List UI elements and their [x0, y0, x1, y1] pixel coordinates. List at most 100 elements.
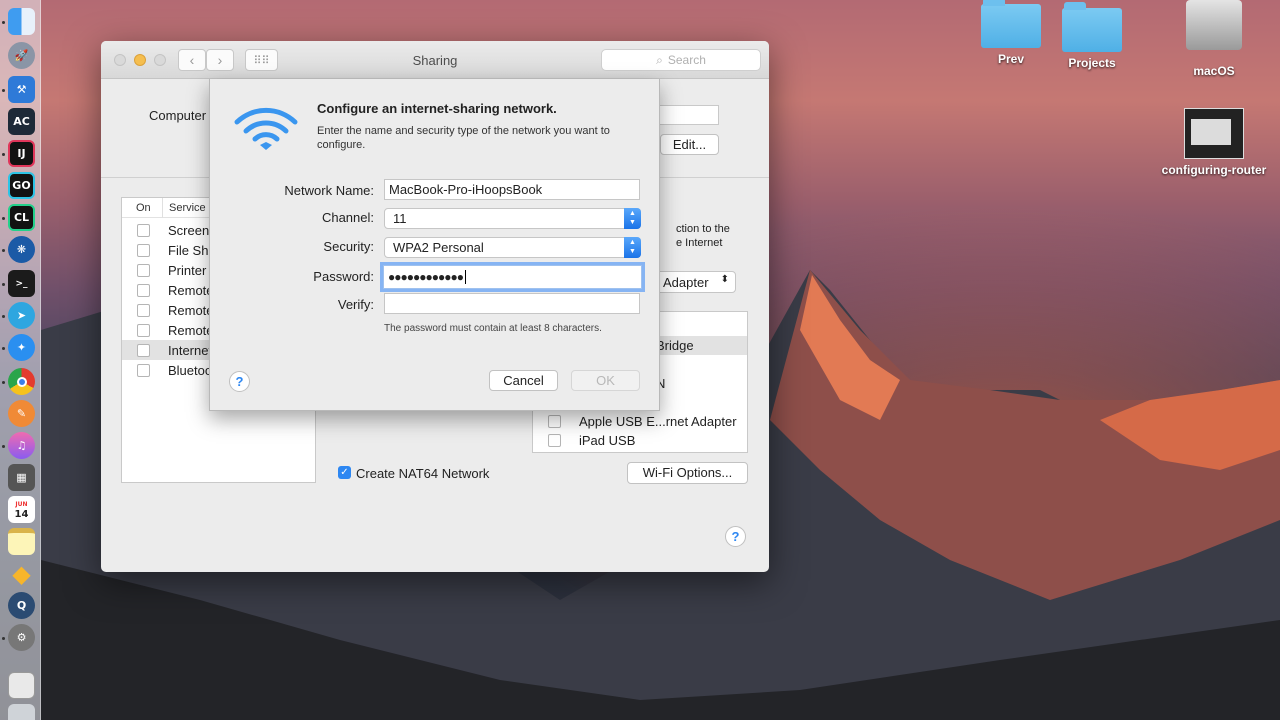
running-indicator: [2, 445, 5, 448]
desktop-icon-label: macOS: [1193, 64, 1235, 78]
service-label: Printer: [168, 263, 207, 278]
security-select[interactable]: WPA2 Personal ▲ ▼: [384, 237, 641, 258]
computer-name-label: Computer: [149, 108, 207, 123]
help-button[interactable]: ?: [229, 371, 250, 392]
screenshot-thumbnail-icon: [1184, 108, 1244, 159]
system-preferences-icon[interactable]: ⚙: [8, 624, 35, 651]
network-name-field[interactable]: MacBook-Pro-iHoopsBook: [384, 179, 640, 200]
checkmark-icon: ✓: [340, 467, 349, 478]
running-indicator: [2, 381, 5, 384]
notes-icon[interactable]: [8, 528, 35, 555]
desktop-file-configuring-router[interactable]: configuring-router: [1162, 108, 1266, 177]
chrome-icon[interactable]: [8, 368, 35, 395]
wifi-icon: [234, 107, 298, 150]
service-label: Bluetoo: [168, 363, 213, 378]
search-icon: ⌕: [656, 52, 663, 67]
password-hint: The password must contain at least 8 cha…: [384, 323, 602, 334]
intellij-icon[interactable]: IJ: [8, 140, 35, 167]
share-from-select[interactable]: Adapter ⬍: [654, 271, 736, 293]
port-label: Bridge: [656, 338, 694, 353]
running-indicator: [2, 249, 5, 252]
service-checkbox[interactable]: [137, 224, 150, 237]
port-label: Apple USB E...rnet Adapter: [579, 414, 737, 429]
service-checkbox[interactable]: [137, 284, 150, 297]
hard-drive-icon: [1186, 0, 1242, 50]
sheet-title: Configure an internet-sharing network.: [317, 101, 557, 116]
itunes-icon[interactable]: ♫: [8, 432, 35, 459]
service-checkbox[interactable]: [137, 244, 150, 257]
downloads-stack-icon[interactable]: [8, 672, 35, 699]
sharing-description: ction to the e Internet: [676, 222, 730, 250]
appcode-icon[interactable]: AC: [8, 108, 35, 135]
running-indicator: [2, 637, 5, 640]
running-indicator: [2, 21, 5, 24]
calendar-icon[interactable]: JUN 14: [8, 496, 35, 523]
safari-icon[interactable]: ✦: [8, 334, 35, 361]
stepper-arrows-icon: ⬍: [720, 274, 729, 285]
ok-button[interactable]: OK: [571, 370, 640, 391]
dock: 🚀 ⚒ AC IJ GO CL ❋ >_ ➤ ✦ ✎ ♫ ▦ JUN 14 ◆ …: [0, 0, 41, 720]
password-field[interactable]: ●●●●●●●●●●●●: [383, 265, 642, 289]
folder-icon: [1062, 2, 1122, 52]
terminal-icon[interactable]: >_: [8, 270, 35, 297]
running-indicator: [2, 283, 5, 286]
configure-network-sheet: Configure an internet-sharing network. E…: [209, 79, 660, 411]
trash-icon[interactable]: [8, 704, 35, 720]
nat64-checkbox[interactable]: ✓: [338, 466, 351, 479]
password-dots: ●●●●●●●●●●●●: [388, 270, 464, 284]
telegram-icon[interactable]: ➤: [8, 302, 35, 329]
running-indicator: [2, 153, 5, 156]
service-checkbox[interactable]: [137, 364, 150, 377]
service-checkbox[interactable]: [137, 344, 150, 357]
quicktime-icon[interactable]: Q: [8, 592, 35, 619]
wifi-options-button[interactable]: Wi-Fi Options...: [627, 462, 748, 484]
list-item[interactable]: iPad USB: [533, 431, 747, 450]
service-checkbox[interactable]: [137, 324, 150, 337]
network-name-label: Network Name:: [284, 183, 374, 198]
desktop-folder-projects[interactable]: Projects: [1047, 2, 1137, 70]
port-checkbox[interactable]: [548, 415, 561, 428]
column-header-on[interactable]: On: [136, 202, 151, 214]
select-arrows-icon: ▲ ▼: [624, 237, 641, 258]
desktop-icon-label: configuring-router: [1161, 163, 1267, 177]
running-indicator: [2, 89, 5, 92]
verify-label: Verify:: [337, 297, 374, 312]
search-placeholder: Search: [667, 53, 706, 67]
verify-field[interactable]: [384, 293, 640, 314]
search-field[interactable]: ⌕ Search: [601, 49, 761, 71]
desktop-disk-macos[interactable]: macOS: [1169, 0, 1259, 78]
service-label: Remote: [168, 303, 214, 318]
goland-icon[interactable]: GO: [8, 172, 35, 199]
security-value: WPA2 Personal: [393, 240, 484, 255]
service-label: Remote: [168, 323, 214, 338]
running-indicator: [2, 315, 5, 318]
computer-name-field[interactable]: [657, 105, 719, 125]
description-line: ction to the: [676, 223, 730, 235]
column-header-service[interactable]: Service: [169, 202, 206, 214]
instruments-icon[interactable]: ✎: [8, 400, 35, 427]
desktop-icon-label: Prev: [997, 52, 1025, 66]
launchpad-icon[interactable]: 🚀: [8, 42, 35, 69]
help-button[interactable]: ?: [725, 526, 746, 547]
select-arrows-icon: ▲ ▼: [624, 208, 641, 229]
desktop-folder-prev[interactable]: Prev: [966, 0, 1056, 66]
calculator-icon[interactable]: ▦: [8, 464, 35, 491]
port-label: iPad USB: [579, 433, 636, 448]
xcode-icon[interactable]: ⚒: [8, 76, 35, 103]
folder-icon: [981, 0, 1041, 48]
edit-button[interactable]: Edit...: [660, 134, 719, 155]
clion-icon[interactable]: CL: [8, 204, 35, 231]
nat64-label: Create NAT64 Network: [356, 466, 490, 481]
sketch-icon[interactable]: ◆: [8, 560, 35, 588]
running-indicator: [2, 347, 5, 350]
finder-icon[interactable]: [8, 8, 35, 35]
channel-select[interactable]: 11 ▲ ▼: [384, 208, 641, 229]
service-checkbox[interactable]: [137, 264, 150, 277]
service-checkbox[interactable]: [137, 304, 150, 317]
port-checkbox[interactable]: [548, 434, 561, 447]
cancel-button[interactable]: Cancel: [489, 370, 558, 391]
sourcetree-icon[interactable]: ❋: [8, 236, 35, 263]
password-label: Password:: [313, 269, 374, 284]
list-item[interactable]: Apple USB E...rnet Adapter: [533, 412, 747, 431]
security-label: Security:: [323, 239, 374, 254]
